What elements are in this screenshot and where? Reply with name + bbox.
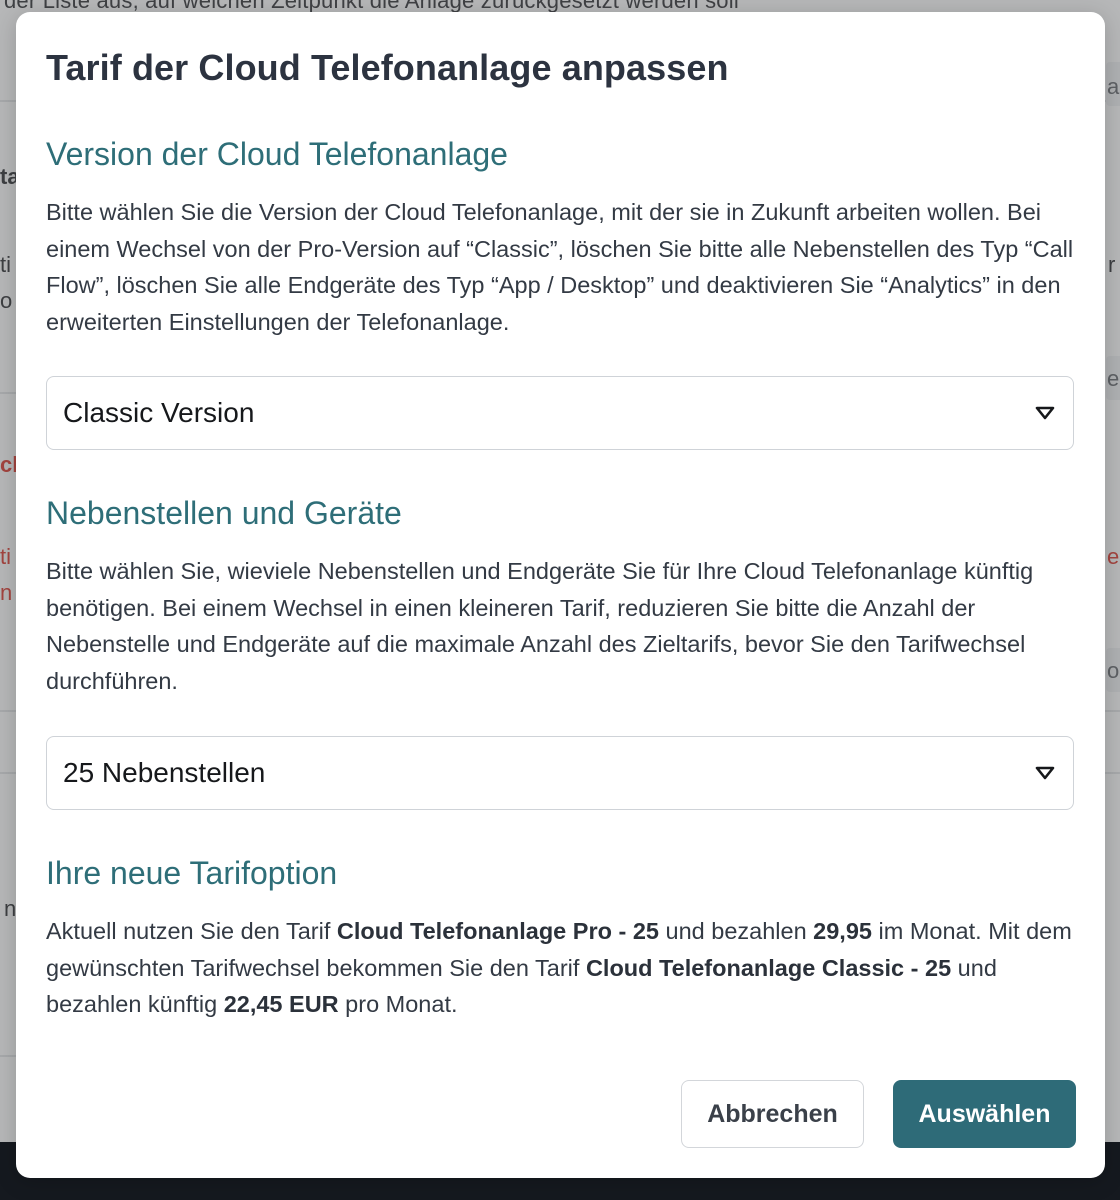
modal-title: Tarif der Cloud Telefonanlage anpassen — [46, 47, 729, 88]
extensions-select-value: 25 Nebenstellen — [63, 757, 266, 788]
background-fragment: r — [1108, 252, 1116, 277]
tariff-modal: Tarif der Cloud Telefonanlage anpassen V… — [16, 12, 1105, 1178]
background-fragment: ti — [0, 544, 11, 569]
current-price: 29,95 — [813, 918, 872, 944]
version-section-heading: Version der Cloud Telefonanlage — [46, 136, 508, 172]
background-fragment: a — [1107, 74, 1120, 99]
background-fragment: o — [0, 288, 13, 313]
background-fragment: n — [4, 896, 17, 921]
select-button[interactable]: Auswählen — [893, 1080, 1076, 1148]
extensions-section-description: Bitte wählen Sie, wieviele Nebenstellen … — [46, 558, 1034, 694]
current-tariff-name: Cloud Telefonanlage Pro - 25 — [336, 918, 659, 944]
chevron-down-icon — [1035, 406, 1055, 420]
background-divider — [0, 1055, 16, 1057]
background-divider — [0, 392, 16, 394]
version-section-description: Bitte wählen Sie die Version der Cloud T… — [46, 199, 1074, 335]
new-price: 22,45 EUR — [223, 991, 339, 1017]
tariff-section-description: Aktuell nutzen Sie den Tarif Cloud Telef… — [46, 918, 1072, 1017]
version-select[interactable]: Classic Version — [46, 376, 1074, 450]
new-tariff-name: Cloud Telefonanlage Classic - 25 — [585, 954, 952, 981]
background-fragment: ti — [0, 252, 11, 277]
background-fragment: n — [0, 580, 13, 605]
extensions-select[interactable]: 25 Nebenstellen — [46, 736, 1074, 810]
extensions-section-heading: Nebenstellen und Geräte — [46, 495, 402, 531]
tariff-section-heading: Ihre neue Tarifoption — [46, 855, 338, 891]
background-divider — [0, 772, 16, 774]
background-fragment: e — [1107, 544, 1120, 569]
background-divider — [0, 100, 16, 102]
background-divider — [1104, 710, 1120, 712]
background-fragment: e — [1107, 366, 1120, 391]
background-fragment: o — [1107, 658, 1120, 683]
chevron-down-icon — [1035, 766, 1055, 780]
background-divider — [1104, 772, 1120, 774]
background-divider — [0, 710, 16, 712]
cancel-button[interactable]: Abbrechen — [681, 1080, 864, 1148]
version-select-value: Classic Version — [63, 397, 255, 428]
